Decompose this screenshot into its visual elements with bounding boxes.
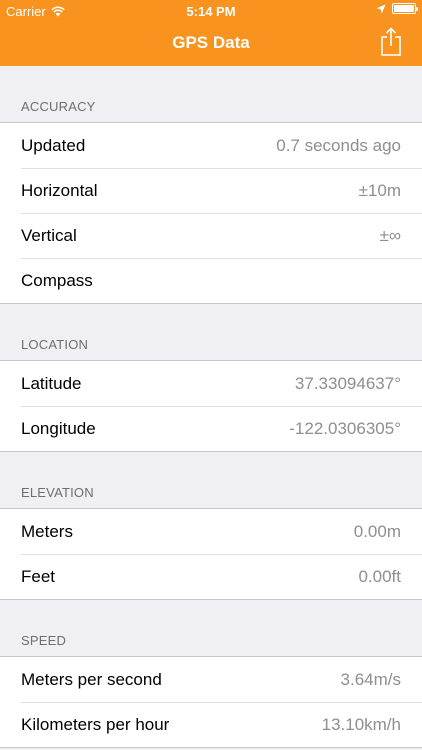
- row-label: Meters per second: [21, 669, 162, 689]
- section-speed: Meters per second 3.64m/s Kilometers per…: [0, 656, 422, 748]
- row-value: -122.0306305°: [289, 418, 401, 438]
- row-label: Longitude: [21, 418, 96, 438]
- row-value: 0.00ft: [358, 566, 401, 586]
- row-label: Meters: [21, 521, 73, 541]
- status-time: 5:14 PM: [186, 4, 236, 19]
- section-elevation: Meters 0.00m Feet 0.00ft: [0, 508, 422, 600]
- row-updated: Updated 0.7 seconds ago: [0, 123, 422, 168]
- row-value: 0.00m: [353, 521, 401, 541]
- row-kilometers-per-hour: Kilometers per hour 13.10km/h: [0, 702, 422, 747]
- row-label: Vertical: [21, 225, 77, 245]
- section-header-elevation: ELEVATION: [21, 485, 94, 500]
- row-feet: Feet 0.00ft: [0, 554, 422, 599]
- row-label: Feet: [21, 566, 56, 586]
- navigation-bar: Carrier 5:14 PM GPS Data: [0, 0, 422, 66]
- row-value: 3.64m/s: [340, 669, 401, 689]
- row-compass: Compass: [0, 258, 422, 303]
- row-label: Latitude: [21, 373, 82, 393]
- row-label: Kilometers per hour: [21, 714, 170, 734]
- section-header-speed: SPEED: [21, 633, 67, 648]
- status-right: [376, 3, 418, 14]
- section-header-location: LOCATION: [21, 337, 89, 352]
- share-icon[interactable]: [380, 27, 402, 57]
- row-label: Updated: [21, 135, 86, 155]
- row-value: ±∞: [379, 225, 401, 245]
- location-arrow-icon: [376, 4, 386, 13]
- section-accuracy: Updated 0.7 seconds ago Horizontal ±10m …: [0, 122, 422, 304]
- row-value: ±10m: [358, 180, 401, 200]
- row-label: Horizontal: [21, 180, 98, 200]
- row-value: 37.33094637°: [294, 373, 401, 393]
- row-latitude: Latitude 37.33094637°: [0, 361, 422, 406]
- gps-data-list: ACCURACY Updated 0.7 seconds ago Horizon…: [0, 66, 422, 748]
- row-longitude: Longitude -122.0306305°: [0, 406, 422, 451]
- row-label: Compass: [21, 270, 93, 290]
- section-location: Latitude 37.33094637° Longitude -122.030…: [0, 360, 422, 452]
- page-title: GPS Data: [172, 33, 250, 52]
- row-meters-per-second: Meters per second 3.64m/s: [0, 657, 422, 702]
- row-vertical: Vertical ±∞: [0, 213, 422, 258]
- row-value: 13.10km/h: [321, 714, 401, 734]
- row-horizontal: Horizontal ±10m: [0, 168, 422, 213]
- section-header-accuracy: ACCURACY: [21, 99, 96, 114]
- battery-icon: [392, 3, 418, 14]
- row-meters: Meters 0.00m: [0, 509, 422, 554]
- row-value: 0.7 seconds ago: [276, 135, 401, 155]
- status-bar: Carrier 5:14 PM: [0, 0, 422, 22]
